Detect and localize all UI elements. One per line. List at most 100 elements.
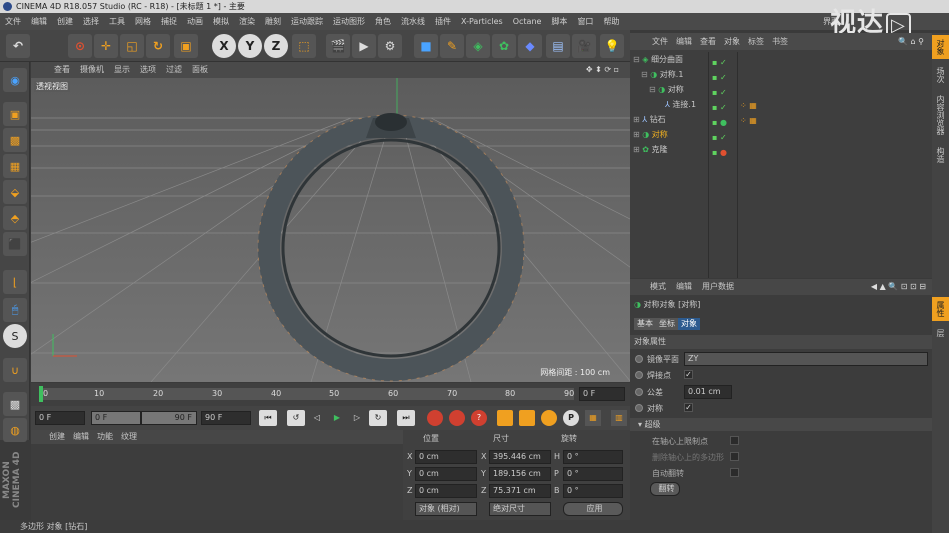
flip-button[interactable]: 翻转: [650, 482, 680, 496]
obj-menu-bookmarks[interactable]: 书签: [772, 37, 788, 46]
expand-icon[interactable]: ⊞: [633, 145, 642, 154]
menu-animate[interactable]: 动画: [187, 17, 203, 26]
timeline-window-icon[interactable]: ▥: [611, 410, 627, 426]
attr-nav-icons[interactable]: ◀ ▲ 🔍 ⊡ ⊡ ⊟: [871, 279, 926, 295]
current-frame-field[interactable]: 0 F: [579, 387, 625, 401]
right-tab-takes[interactable]: 场次: [932, 63, 949, 87]
object-row[interactable]: ⊟ ◑ 对称: [649, 83, 684, 97]
menu-render[interactable]: 渲染: [239, 17, 255, 26]
size-z-field[interactable]: 75.371 cm: [489, 484, 551, 498]
points-mode-icon[interactable]: ⬙: [3, 180, 27, 204]
weld-points-radio[interactable]: [635, 371, 643, 379]
viewport-menu-options[interactable]: 选项: [140, 65, 156, 74]
planar-workplane-icon[interactable]: ◍: [3, 418, 27, 442]
viewport-scene[interactable]: [31, 78, 630, 382]
y-axis-button[interactable]: Y: [238, 34, 262, 58]
viewport-menu-filter[interactable]: 过滤: [166, 65, 182, 74]
live-select-icon[interactable]: ⊙: [68, 34, 92, 58]
keyframe-selection-button[interactable]: ?: [471, 410, 487, 426]
pen-icon[interactable]: ✎: [440, 34, 464, 58]
tab-basic[interactable]: 基本: [634, 318, 656, 330]
symmetry-checkbox[interactable]: ✓: [684, 403, 693, 412]
delete-polygons-checkbox[interactable]: [730, 452, 739, 461]
texture-mode-icon[interactable]: ▩: [3, 128, 27, 152]
z-axis-button[interactable]: Z: [264, 34, 288, 58]
key-rotation-icon[interactable]: [541, 410, 557, 426]
object-row[interactable]: ⊞ ◑ 对称: [633, 128, 668, 142]
object-row[interactable]: ⊟ ◑ 对称.1: [641, 68, 683, 82]
expand-icon[interactable]: ⊞: [633, 115, 642, 124]
right-tab-content-browser[interactable]: 内容浏览器: [932, 91, 949, 139]
cloner-icon[interactable]: ✿: [492, 34, 516, 58]
scale-icon[interactable]: ◱: [120, 34, 144, 58]
position-y-field[interactable]: 0 cm: [415, 467, 477, 481]
obj-menu-view[interactable]: 查看: [700, 37, 716, 46]
right-tab-structure[interactable]: 构造: [932, 143, 949, 167]
menu-simulate[interactable]: 模拟: [213, 17, 229, 26]
snap-icon[interactable]: S: [3, 324, 27, 348]
key-pla-icon[interactable]: ▦: [585, 410, 601, 426]
rotation-h-field[interactable]: 0 °: [563, 450, 623, 464]
clamp-points-checkbox[interactable]: [730, 436, 739, 445]
workplane-icon[interactable]: ▦: [3, 154, 27, 178]
subdivision-icon[interactable]: ◈: [466, 34, 490, 58]
material-menu-create[interactable]: 创建: [49, 432, 65, 441]
prev-key-button[interactable]: ↺: [287, 410, 305, 426]
menu-help[interactable]: 帮助: [603, 17, 619, 26]
model-mode-icon[interactable]: ▣: [3, 102, 27, 126]
size-mode-select[interactable]: 绝对尺寸: [489, 502, 551, 516]
right-tab-layers[interactable]: 层: [932, 325, 949, 341]
obj-menu-file[interactable]: 文件: [652, 37, 668, 46]
edges-mode-icon[interactable]: ⬘: [3, 206, 27, 230]
menu-pipeline[interactable]: 流水线: [401, 17, 425, 26]
tab-coord[interactable]: 坐标: [656, 318, 678, 330]
mirror-plane-radio[interactable]: [635, 355, 643, 363]
object-name[interactable]: 对称: [668, 85, 684, 94]
light-icon[interactable]: 💡: [600, 34, 624, 58]
object-name[interactable]: 对称: [652, 130, 668, 139]
object-tags[interactable]: ⁘ ▦ ⁘ ▦: [740, 98, 770, 128]
autokey-button[interactable]: [449, 410, 465, 426]
menu-sculpt[interactable]: 雕刻: [265, 17, 281, 26]
key-scale-icon[interactable]: [519, 410, 535, 426]
menu-window[interactable]: 窗口: [577, 17, 593, 26]
viewport-menu-panel[interactable]: 面板: [192, 65, 208, 74]
object-row[interactable]: ⅄ 连接.1: [665, 98, 696, 112]
visibility-flags[interactable]: ▪ ✓ ▪ ✓ ▪ ✓ ▪ ✓ ▪ ● ▪ ✓ ▪ ●: [712, 55, 736, 160]
size-x-field[interactable]: 395.446 cm: [489, 450, 551, 464]
obj-menu-objects[interactable]: 对象: [724, 37, 740, 46]
viewport-nav-icons[interactable]: ✥ ⬍ ⟳ ▫: [586, 62, 619, 78]
next-frame-button[interactable]: ▷: [349, 410, 365, 426]
make-editable-icon[interactable]: ◉: [3, 68, 27, 92]
coordinate-mode-select[interactable]: 对象 (相对): [415, 502, 477, 516]
start-frame-field[interactable]: 0 F: [35, 411, 85, 425]
menu-tools[interactable]: 工具: [109, 17, 125, 26]
coordinate-system-icon[interactable]: ⬚: [292, 34, 316, 58]
tolerance-radio[interactable]: [635, 388, 643, 396]
weld-points-checkbox[interactable]: ✓: [684, 370, 693, 379]
position-z-field[interactable]: 0 cm: [415, 484, 477, 498]
menu-edit[interactable]: 编辑: [31, 17, 47, 26]
right-tab-objects[interactable]: 对象: [932, 35, 949, 59]
cube-icon[interactable]: ■: [414, 34, 438, 58]
rotation-p-field[interactable]: 0 °: [563, 467, 623, 481]
viewport-menu-display[interactable]: 显示: [114, 65, 130, 74]
polygons-mode-icon[interactable]: ⬛: [3, 232, 27, 256]
object-name[interactable]: 克隆: [652, 145, 668, 154]
object-name[interactable]: 钻石: [650, 115, 666, 124]
auto-flip-checkbox[interactable]: [730, 468, 739, 477]
symmetry-radio[interactable]: [635, 404, 643, 412]
material-menu-edit[interactable]: 编辑: [73, 432, 89, 441]
position-x-field[interactable]: 0 cm: [415, 450, 477, 464]
next-key-button[interactable]: ↻: [369, 410, 387, 426]
object-name[interactable]: 细分曲面: [651, 55, 683, 64]
record-key-button[interactable]: [427, 410, 443, 426]
menu-plugins[interactable]: 插件: [435, 17, 451, 26]
render-picture-icon[interactable]: ▶: [352, 34, 376, 58]
menu-octane[interactable]: Octane: [513, 17, 542, 26]
expand-icon[interactable]: ⊟: [641, 70, 650, 79]
mirror-plane-select[interactable]: ZY: [684, 352, 928, 366]
preview-end-field[interactable]: 90 F: [141, 411, 197, 425]
floor-icon[interactable]: ▤: [546, 34, 570, 58]
apply-button[interactable]: 应用: [563, 502, 623, 516]
